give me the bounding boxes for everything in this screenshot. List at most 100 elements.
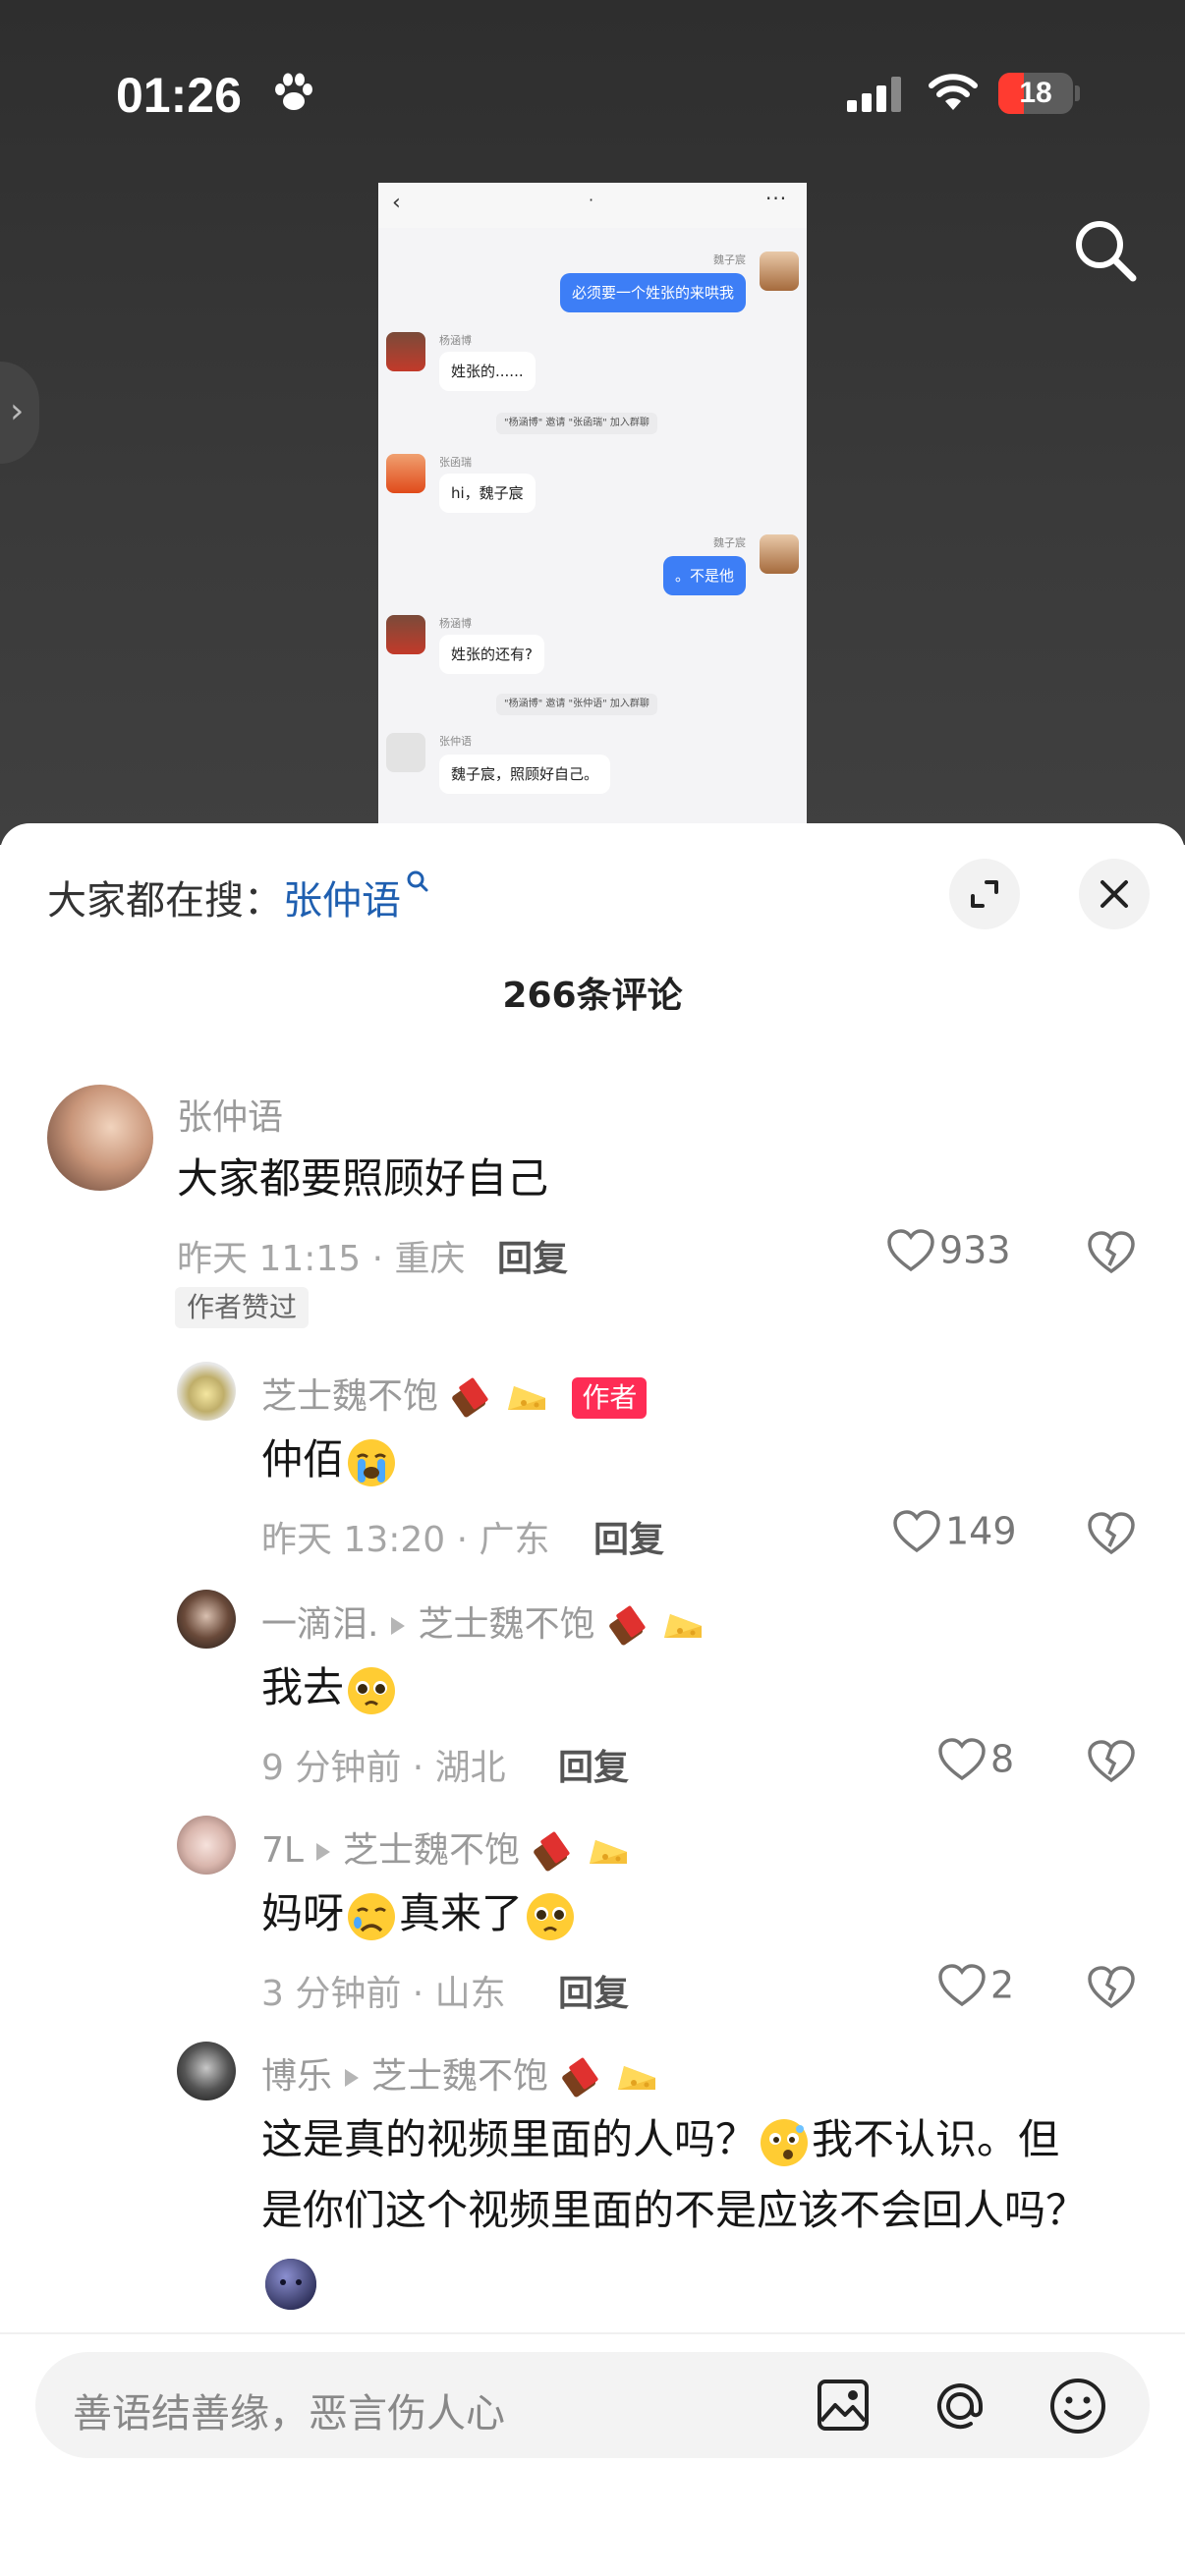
comment-username-row: 一滴泪. 芝士魏不饱 xyxy=(261,1596,707,1648)
broken-heart-icon[interactable] xyxy=(1087,1230,1136,1275)
reply-arrow-icon xyxy=(345,2069,360,2087)
chocolate-emoji-icon xyxy=(534,1831,571,1872)
comment-meta: 昨天 13:20 · 广东 xyxy=(261,1520,550,1560)
reply-button[interactable]: 回复 xyxy=(558,1739,629,1790)
avatar[interactable] xyxy=(177,1590,236,1649)
reply-arrow-icon xyxy=(391,1617,406,1635)
comment-username[interactable]: 博乐 xyxy=(261,2056,332,2097)
sheet-header: 大家都在搜：张仲语 xyxy=(0,823,1185,929)
like-button[interactable]: 933 xyxy=(886,1226,1011,1273)
trending-search-hint[interactable]: 大家都在搜：张仲语 xyxy=(47,868,430,925)
comment-text: 我去 xyxy=(261,1663,345,1711)
avatar[interactable] xyxy=(47,1085,153,1191)
like-count: 933 xyxy=(939,1228,1011,1272)
reply-to-username[interactable]: 芝士魏不饱 xyxy=(343,1830,520,1871)
close-button[interactable] xyxy=(1079,859,1150,929)
chocolate-emoji-icon xyxy=(609,1605,646,1646)
cellular-signal-icon xyxy=(847,77,901,112)
comment-text-part: 这是真的视频里面的人吗？ xyxy=(261,2115,758,2163)
comment-username[interactable]: 7L xyxy=(261,1830,304,1871)
reply-button[interactable]: 回复 xyxy=(593,1511,664,1562)
like-button[interactable]: 8 xyxy=(937,1735,1014,1782)
reply-button[interactable]: 回复 xyxy=(497,1230,568,1281)
comment-username[interactable]: 一滴泪. xyxy=(261,1604,378,1645)
comment-input[interactable]: 善语结善缘，恶言伤人心 xyxy=(35,2352,1150,2458)
close-icon xyxy=(1100,880,1128,908)
reply-arrow-icon xyxy=(315,1843,330,1861)
heart-icon xyxy=(887,1228,934,1271)
emoji-icon[interactable] xyxy=(1047,2376,1108,2436)
wifi-icon xyxy=(929,74,978,110)
video-background[interactable]: 01:26 18 › ‹ · ··· 魏子宸 必须要一个姓张的来哄我 杨涵博 姓… xyxy=(0,0,1185,845)
chat-bubble: 。不是他 xyxy=(662,556,746,595)
status-bar: 01:26 18 xyxy=(0,59,1185,138)
chat-bubble: 必须要一个姓张的来哄我 xyxy=(559,273,746,312)
author-liked-tag: 作者赞过 xyxy=(175,1287,310,1328)
avatar[interactable] xyxy=(177,2042,236,2100)
heart-icon xyxy=(893,1509,940,1552)
image-icon[interactable] xyxy=(814,2376,873,2435)
chat-avatar xyxy=(386,332,425,371)
chat-title-dot: · xyxy=(589,191,594,209)
broken-heart-icon[interactable] xyxy=(1087,1511,1136,1556)
expand-icon xyxy=(971,880,998,908)
reply-button[interactable]: 回复 xyxy=(558,1965,629,2016)
chat-avatar xyxy=(386,454,425,493)
heart-icon xyxy=(938,1963,986,2006)
search-icon[interactable] xyxy=(1071,216,1140,285)
battery-level: 18 xyxy=(1019,77,1052,109)
avatar[interactable] xyxy=(177,1362,236,1421)
broken-heart-icon[interactable] xyxy=(1087,1739,1136,1784)
comment-text-row[interactable]: 妈呀 真来了 xyxy=(261,1878,578,1949)
chocolate-emoji-icon xyxy=(452,1377,489,1418)
confused-emoji-icon xyxy=(761,2118,809,2166)
comment-text-line xyxy=(261,2246,1126,2317)
pleading-emoji-icon xyxy=(527,1892,575,1940)
like-button[interactable]: 2 xyxy=(937,1961,1014,2008)
cheese-emoji-icon xyxy=(617,2066,655,2090)
chevron-right-icon: › xyxy=(10,391,25,431)
comment-meta: 9 分钟前 · 湖北 xyxy=(261,1748,506,1788)
chat-avatar xyxy=(760,252,799,291)
like-count: 8 xyxy=(990,1737,1015,1781)
chat-sender-name: 张函瑞 xyxy=(439,456,472,469)
comment-text-line: 是你们这个视频里面的不是应该不会回人吗？ xyxy=(261,2186,1088,2234)
cheese-emoji-icon xyxy=(507,1386,545,1410)
comment-meta: 3 分钟前 · 山东 xyxy=(261,1974,506,2014)
chat-bubble: 魏子宸，照顾好自己。 xyxy=(439,755,611,794)
avatar[interactable] xyxy=(177,1816,236,1875)
chat-header: ‹ · ··· xyxy=(378,183,807,228)
chat-sender-name: 张仲语 xyxy=(439,735,472,748)
chat-bubble: hi，魏子宸 xyxy=(439,474,536,513)
comment-text-part: 我不认识。但 xyxy=(812,2115,1060,2163)
comment-username[interactable]: 张仲语 xyxy=(177,1089,283,1140)
comment-text-row[interactable]: 我去 xyxy=(261,1652,399,1723)
reply-to-username[interactable]: 芝士魏不饱 xyxy=(371,2056,548,2097)
mention-icon[interactable] xyxy=(930,2376,990,2436)
like-button[interactable]: 149 xyxy=(892,1507,1017,1554)
expand-button[interactable] xyxy=(949,859,1020,929)
cheese-emoji-icon xyxy=(589,1840,627,1864)
author-badge: 作者 xyxy=(572,1377,648,1419)
search-hint-term[interactable]: 张仲语 xyxy=(283,878,401,924)
comment-text-block[interactable]: 这是真的视频里面的人吗？ 我不认识。但 是你们这个视频里面的不是应该不会回人吗？ xyxy=(261,2104,1126,2317)
small-search-icon xyxy=(407,870,428,892)
comment-username[interactable]: 芝士魏不饱 xyxy=(261,1376,438,1417)
chat-avatar-placeholder xyxy=(386,733,425,772)
chat-avatar xyxy=(760,534,799,574)
comment-text-row[interactable]: 仲佰 xyxy=(261,1425,399,1495)
broken-heart-icon[interactable] xyxy=(1087,1965,1136,2010)
chat-system-message: "杨涵博" 邀请 "张函瑞" 加入群聊 xyxy=(496,413,657,434)
crying-emoji-icon xyxy=(348,1438,396,1486)
pleading-emoji-icon xyxy=(348,1666,396,1714)
chat-sender-name: 杨涵博 xyxy=(439,334,472,347)
comment-meta: 昨天 11:15 · 重庆 xyxy=(177,1239,466,1279)
comment-text[interactable]: 大家都要照顾好自己 xyxy=(177,1144,548,1214)
sad-emoji-icon xyxy=(348,1892,396,1940)
comment-input-placeholder: 善语结善缘，恶言伤人心 xyxy=(73,2391,505,2436)
comment-text-line: 这是真的视频里面的人吗？ 我不认识。但 xyxy=(261,2104,1126,2175)
chat-bubble: 姓张的还有? xyxy=(439,635,544,674)
heart-icon xyxy=(938,1737,986,1780)
like-count: 149 xyxy=(945,1509,1017,1553)
reply-to-username[interactable]: 芝士魏不饱 xyxy=(418,1604,594,1645)
